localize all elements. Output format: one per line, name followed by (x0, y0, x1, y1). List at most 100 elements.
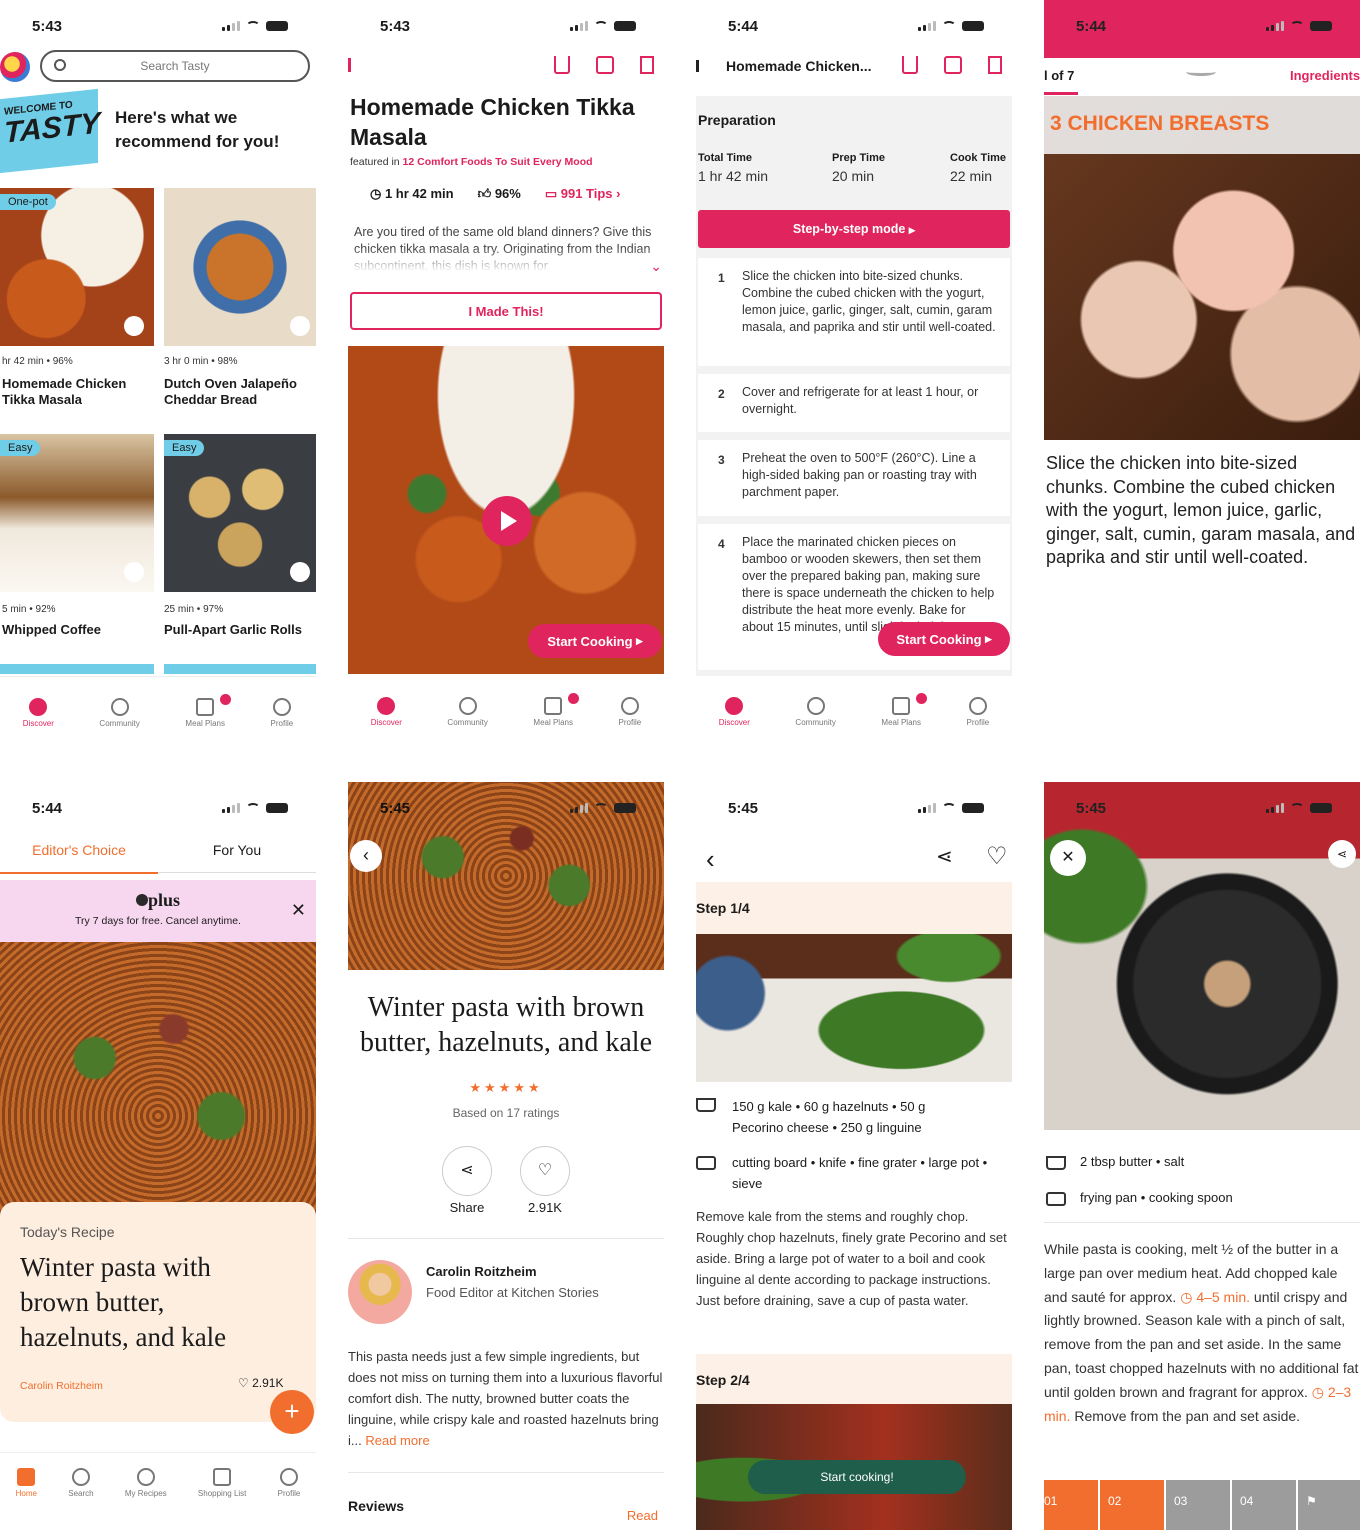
nav-profile[interactable]: Profile (967, 697, 989, 727)
nav-discover[interactable]: Discover (719, 697, 750, 727)
divider (348, 1472, 664, 1473)
recipe-card-image[interactable] (164, 188, 316, 346)
step-text: Place the marinated chicken pieces on ba… (742, 535, 995, 634)
author-link[interactable]: Carolin Roitzheim (20, 1380, 103, 1392)
start-cooking-button[interactable]: Start cooking! (748, 1460, 966, 1494)
chevron-left-icon[interactable]: ‹ (706, 844, 715, 875)
recipe-video[interactable]: Start Cooking ▸ (348, 346, 664, 674)
recipe-card[interactable]: Today's Recipe Winter pasta with brown b… (0, 1202, 316, 1422)
back-icon[interactable] (696, 60, 704, 72)
bookmark-icon[interactable] (290, 562, 310, 582)
recipe-title[interactable]: Pull-Apart Garlic Rolls (164, 622, 314, 638)
heart-icon[interactable]: ♡ (986, 842, 1008, 871)
add-button[interactable]: + (270, 1390, 314, 1434)
avatar[interactable] (0, 52, 30, 82)
nav-community[interactable]: Community (447, 697, 488, 727)
recipe-card-image[interactable]: Easy (0, 434, 154, 592)
button-label: Start Cooking (547, 633, 633, 649)
step-tab[interactable]: 04 (1232, 1480, 1298, 1530)
ingredients-tab[interactable]: Ingredients (1290, 68, 1360, 83)
nav-my-recipes[interactable]: My Recipes (125, 1467, 167, 1498)
step-tab[interactable]: 02 (1100, 1480, 1166, 1530)
bookmark-icon[interactable] (640, 56, 654, 74)
finish-tab[interactable]: ⚑ (1298, 1480, 1360, 1530)
plus-subtitle: Try 7 days for free. Cancel anytime. (75, 915, 241, 927)
timer-link[interactable]: ◷ 4–5 min. (1180, 1289, 1250, 1305)
nav-community[interactable]: Community (795, 697, 836, 727)
i-made-this-button[interactable]: I Made This! (350, 292, 662, 330)
expand-chevron-icon[interactable]: ⌄ (650, 258, 662, 275)
recipe-meta: 3 hr 0 min • 98% (164, 356, 238, 367)
featured-link[interactable]: 12 Comfort Foods To Suit Every Mood (403, 156, 593, 168)
author-avatar[interactable] (348, 1260, 412, 1324)
step-video[interactable] (1044, 782, 1360, 1130)
read-reviews-link[interactable]: Read (627, 1508, 658, 1523)
like-button[interactable]: ♡ (520, 1146, 570, 1196)
nav-label: Community (447, 718, 488, 727)
share-button[interactable]: ⋖ (1328, 840, 1356, 868)
nav-discover[interactable]: Discover (371, 697, 402, 727)
nav-meal-plans[interactable]: Meal Plans (881, 693, 927, 727)
plus-banner[interactable]: plus Try 7 days for free. Cancel anytime… (0, 880, 316, 942)
close-icon[interactable]: ✕ (291, 900, 306, 921)
tab-for-you[interactable]: For You (158, 842, 316, 873)
nav-meal-plans[interactable]: Meal Plans (533, 693, 579, 727)
recipe-card-image[interactable]: Easy (164, 434, 316, 592)
bookmark-icon[interactable] (988, 56, 1002, 74)
read-more-link[interactable]: Read more (365, 1433, 429, 1448)
bookmark-icon[interactable] (124, 316, 144, 336)
nav-profile[interactable]: Profile (271, 697, 293, 728)
status-icons (570, 803, 636, 813)
nav-discover[interactable]: Discover (22, 697, 54, 728)
recipe-title[interactable]: Homemade Chicken Tikka Masala (2, 376, 152, 408)
step-by-step-button[interactable]: Step-by-step mode ▸ (698, 210, 1010, 248)
step-number: 1 (718, 271, 725, 285)
recipe-title[interactable]: Whipped Coffee (2, 622, 152, 638)
step-video[interactable]: 3 CHICKEN BREASTS (1044, 96, 1360, 440)
back-icon[interactable] (348, 58, 358, 72)
nav-home[interactable]: Home (16, 1467, 37, 1498)
nav-profile[interactable]: Profile (619, 697, 641, 727)
status-time: 5:44 (728, 17, 759, 35)
search-icon (54, 59, 66, 71)
recipe-card-image[interactable]: One-pot (0, 188, 154, 346)
share-icon[interactable] (554, 56, 570, 74)
play-button[interactable] (482, 496, 532, 546)
nav-community[interactable]: Community (99, 697, 140, 728)
share-icon[interactable]: ⋖ (936, 844, 953, 869)
nav-profile[interactable]: Profile (278, 1467, 300, 1498)
divider (1044, 1222, 1360, 1223)
bookmark-icon[interactable] (290, 316, 310, 336)
search-input[interactable]: Search Tasty (40, 50, 310, 82)
recipe-hero-image[interactable] (0, 942, 316, 1232)
nav-search[interactable]: Search (68, 1467, 94, 1498)
tips-link[interactable]: ▭ 991 Tips › (545, 186, 621, 202)
likes-count[interactable]: ♡ 2.91K (238, 1376, 283, 1390)
step-number: 3 (718, 453, 725, 467)
start-cooking-button[interactable]: Start Cooking ▸ (528, 624, 662, 658)
author-name[interactable]: Carolin Roitzheim (426, 1264, 537, 1279)
meal-plan-icon[interactable] (596, 56, 614, 74)
step-tab-label: 03 (1174, 1494, 1188, 1508)
ks-recipe-screen: 5:45 ‹ Winter pasta with brown butter, h… (348, 782, 664, 1530)
chevron-down-icon[interactable] (1186, 68, 1216, 76)
nav-label: Discover (22, 718, 54, 728)
share-icon[interactable] (902, 56, 918, 74)
recipe-stats: ◷ 1 hr 42 min 👍︎ 96% ▭ 991 Tips › (370, 186, 621, 202)
recipe-description: This pasta needs just a few simple ingre… (348, 1346, 664, 1451)
step-text: Preheat the oven to 500°F (260°C). Line … (742, 451, 977, 499)
meal-plan-icon[interactable] (944, 56, 962, 74)
nav-meal-plans[interactable]: Meal Plans (185, 693, 231, 728)
tab-editors-choice[interactable]: Editor's Choice (0, 842, 158, 874)
recipe-meta: 5 min • 92% (2, 604, 56, 615)
start-cooking-button[interactable]: Start Cooking ▸ (878, 622, 1010, 656)
search-icon (71, 1467, 90, 1486)
bookmark-icon[interactable] (124, 562, 144, 582)
nav-shopping-list[interactable]: Shopping List (198, 1467, 246, 1498)
recipe-title[interactable]: Dutch Oven Jalapeño Cheddar Bread (164, 376, 314, 408)
step-tab[interactable]: 03 (1166, 1480, 1232, 1530)
share-button[interactable]: ⋖ (442, 1146, 492, 1196)
close-button[interactable]: ✕ (1050, 840, 1086, 876)
step-tab[interactable]: 01 (1044, 1480, 1100, 1530)
back-button[interactable]: ‹ (350, 840, 382, 872)
